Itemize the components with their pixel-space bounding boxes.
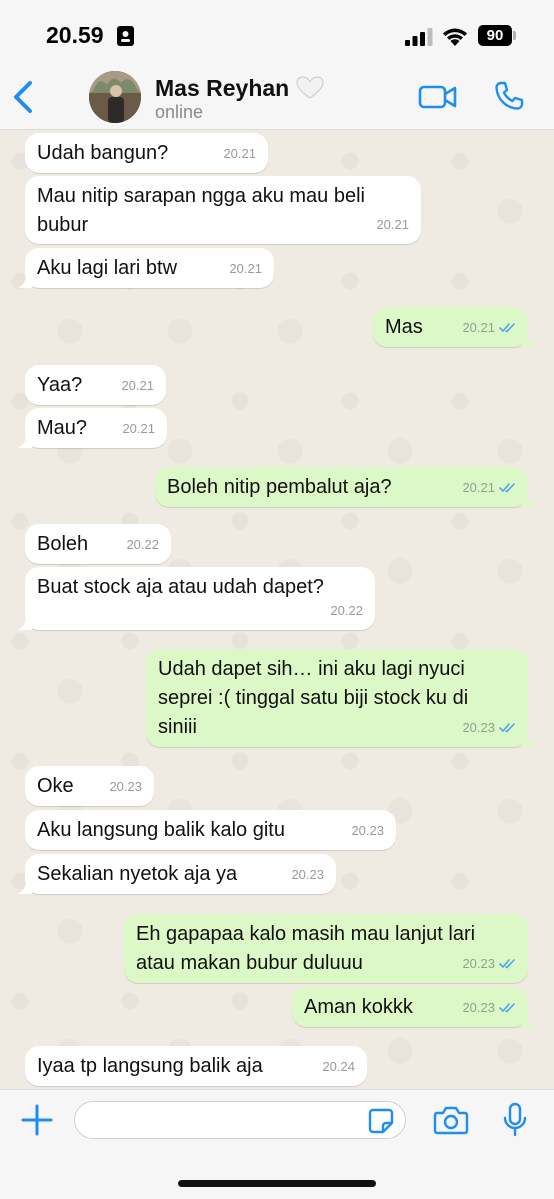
message-timestamp: 20.21 xyxy=(122,421,155,436)
read-receipt-icon xyxy=(499,959,515,969)
chat-area[interactable]: Udah bangun? 20.21 Mau nitip sarapan ngg… xyxy=(0,131,554,1089)
message-timestamp: 20.23 xyxy=(109,779,142,794)
phone-icon[interactable] xyxy=(494,81,524,111)
message-timestamp: 20.23 xyxy=(462,1000,495,1015)
message-time: 20.21 xyxy=(223,139,256,168)
message-time: 20.23 xyxy=(462,949,516,978)
wifi-icon xyxy=(443,28,467,46)
bubble-tail xyxy=(18,616,32,630)
message-text: Buat stock aja atau udah dapet? xyxy=(37,576,324,598)
message-timestamp: 20.21 xyxy=(462,320,495,335)
message-outgoing[interactable]: Aman kokkk 20.23 xyxy=(292,987,535,1027)
message-incoming[interactable]: Aku lagi lari btw 20.21 xyxy=(18,248,274,288)
message-time: 20.21 xyxy=(462,313,516,342)
read-receipt-icon xyxy=(499,483,515,493)
home-indicator[interactable] xyxy=(178,1180,376,1187)
avatar[interactable] xyxy=(89,71,141,123)
message-timestamp: 20.23 xyxy=(462,956,495,971)
bubble-tail xyxy=(18,880,32,894)
message-timestamp: 20.23 xyxy=(462,720,495,735)
read-receipt-icon xyxy=(499,723,515,733)
message-incoming[interactable]: Iyaa tp langsung balik aja 20.24 xyxy=(25,1046,367,1086)
bubble-tail xyxy=(521,733,535,747)
read-receipt-icon xyxy=(499,323,515,333)
message-incoming[interactable]: Buat stock aja atau udah dapet? 20.22 xyxy=(18,567,375,630)
message-timestamp: 20.21 xyxy=(121,378,154,393)
message-timestamp: 20.22 xyxy=(330,603,363,618)
message-time: 20.21 xyxy=(229,254,262,283)
bubble-tail xyxy=(521,333,535,347)
bubble-tail xyxy=(18,274,32,288)
id-badge-icon xyxy=(117,26,134,46)
message-time: 20.21 xyxy=(462,473,516,502)
message-timestamp: 20.22 xyxy=(126,537,159,552)
battery-tip xyxy=(513,31,516,40)
message-timestamp: 20.24 xyxy=(322,1059,355,1074)
message-incoming[interactable]: Mau? 20.21 xyxy=(18,408,167,448)
message-incoming[interactable]: Sekalian nyetok aja ya 20.23 xyxy=(18,854,336,894)
read-receipt-icon xyxy=(499,1003,515,1013)
message-timestamp: 20.23 xyxy=(351,823,384,838)
camera-icon[interactable] xyxy=(433,1105,469,1135)
message-text: Mau nitip sarapan ngga aku mau beli bubu… xyxy=(37,185,365,236)
message-outgoing[interactable]: Udah dapet sih… ini aku lagi nyuci sepre… xyxy=(146,649,535,747)
battery-indicator: 90 xyxy=(478,25,512,46)
video-camera-icon[interactable] xyxy=(418,84,458,110)
message-outgoing[interactable]: Eh gapapaa kalo masih mau lanjut lari at… xyxy=(124,914,528,983)
chevron-left-icon[interactable] xyxy=(10,80,36,114)
message-timestamp: 20.21 xyxy=(229,261,262,276)
message-time: 20.21 xyxy=(122,414,155,443)
white-heart-icon xyxy=(296,76,324,99)
bubble-tail xyxy=(18,434,32,448)
message-time: 20.23 xyxy=(462,993,516,1022)
bubble-tail xyxy=(521,1013,535,1027)
message-text: Eh gapapaa kalo masih mau lanjut lari at… xyxy=(136,923,476,974)
cellular-signal-icon xyxy=(405,28,433,46)
message-text: Aku langsung balik kalo gitu xyxy=(37,819,285,841)
message-time: 20.21 xyxy=(376,210,409,239)
message-outgoing[interactable]: Boleh nitip pembalut aja? 20.21 xyxy=(155,467,535,507)
message-text: Iyaa tp langsung balik aja xyxy=(37,1055,263,1077)
chat-header: Mas Reyhan online xyxy=(0,64,554,130)
message-incoming[interactable]: Mau nitip sarapan ngga aku mau beli bubu… xyxy=(25,176,421,244)
message-incoming[interactable]: Yaa? 20.21 xyxy=(25,365,166,405)
message-outgoing[interactable]: Mas 20.21 xyxy=(373,307,535,347)
message-timestamp: 20.21 xyxy=(462,480,495,495)
message-input[interactable] xyxy=(74,1101,406,1139)
message-incoming[interactable]: Oke 20.23 xyxy=(25,766,154,806)
message-timestamp: 20.21 xyxy=(376,217,409,232)
microphone-icon[interactable] xyxy=(502,1102,528,1138)
message-timestamp: 20.21 xyxy=(223,146,256,161)
plus-icon[interactable] xyxy=(20,1103,54,1137)
message-time: 20.22 xyxy=(126,530,159,559)
contact-status: online xyxy=(155,102,204,122)
message-time: 20.21 xyxy=(121,371,154,400)
contact-name[interactable]: Mas Reyhan xyxy=(155,75,289,102)
message-time: 20.23 xyxy=(462,713,516,742)
status-time: 20.59 xyxy=(46,22,104,48)
status-bar: 20.59 90 xyxy=(0,0,554,64)
bubble-tail xyxy=(521,493,535,507)
message-time: 20.23 xyxy=(351,816,384,845)
message-time: 20.24 xyxy=(322,1052,355,1081)
message-time: 20.23 xyxy=(291,860,324,889)
message-incoming[interactable]: Aku langsung balik kalo gitu 20.23 xyxy=(25,810,396,850)
message-incoming[interactable]: Boleh 20.22 xyxy=(25,524,171,564)
message-time: 20.22 xyxy=(330,596,363,625)
sticker-icon[interactable] xyxy=(368,1108,394,1134)
avatar-photo xyxy=(89,71,141,123)
message-incoming[interactable]: Udah bangun? 20.21 xyxy=(25,133,268,173)
message-time: 20.23 xyxy=(109,772,142,801)
message-text: Sekalian nyetok aja ya xyxy=(37,863,238,885)
message-text: Aku lagi lari btw xyxy=(37,257,178,279)
message-timestamp: 20.23 xyxy=(291,867,324,882)
